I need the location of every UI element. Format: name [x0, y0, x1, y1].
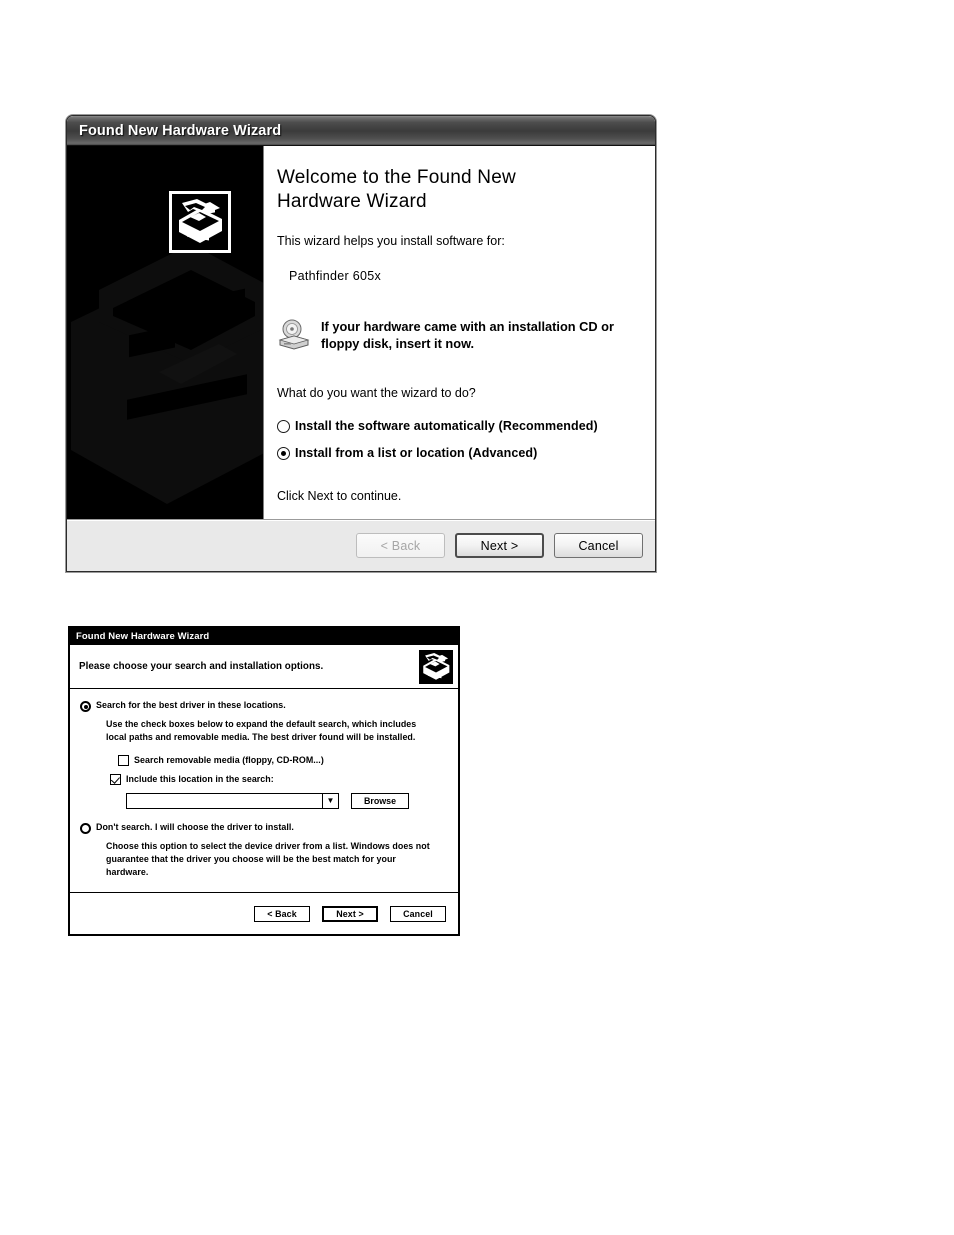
- location-input[interactable]: [127, 794, 322, 808]
- dialog-button-bar: < Back Next > Cancel: [67, 519, 655, 571]
- checkbox-checked-icon[interactable]: [110, 773, 121, 785]
- page-title: Welcome to the Found New Hardware Wizard: [277, 167, 516, 213]
- dialog-titlebar[interactable]: Found New Hardware Wizard: [70, 628, 458, 645]
- dialog-button-bar: < Back Next > Cancel: [70, 892, 458, 934]
- radio-label: Install the software automatically (Reco…: [295, 419, 598, 434]
- chevron-down-icon[interactable]: ▼: [322, 793, 338, 808]
- installation-media-notice: If your hardware came with an installati…: [277, 317, 639, 353]
- back-button-label: < Back: [267, 908, 297, 919]
- radio-button-icon[interactable]: [277, 419, 290, 433]
- radio-button-selected-icon[interactable]: [277, 446, 290, 460]
- back-button[interactable]: < Back: [254, 905, 310, 922]
- back-button-label: < Back: [380, 538, 421, 553]
- dialog-body: Search for the best driver in these loca…: [70, 689, 458, 892]
- wizard-intro-text: This wizard helps you install software f…: [277, 233, 505, 248]
- radio-search-best-driver[interactable]: Search for the best driver in these loca…: [80, 700, 448, 712]
- cancel-button[interactable]: Cancel: [390, 905, 446, 922]
- next-button[interactable]: Next >: [455, 533, 544, 558]
- checkbox-icon[interactable]: [118, 754, 129, 766]
- next-button-label: Next >: [480, 538, 519, 553]
- checkbox-label: Search removable media (floppy, CD-ROM..…: [134, 755, 324, 766]
- radio-button-icon[interactable]: [80, 822, 91, 834]
- next-button[interactable]: Next >: [322, 905, 378, 922]
- click-next-hint: Click Next to continue.: [277, 489, 402, 504]
- hardware-wizard-icon: [169, 191, 231, 253]
- radio-button-selected-icon[interactable]: [80, 701, 91, 712]
- location-combobox[interactable]: ▼: [126, 792, 339, 809]
- dialog-titlebar[interactable]: Found New Hardware Wizard: [67, 116, 655, 146]
- wizard-content-panel: Welcome to the Found New Hardware Wizard…: [263, 146, 655, 519]
- radio-label: Install from a list or location (Advance…: [295, 446, 538, 461]
- hardware-watermark-icon: [71, 244, 263, 504]
- dont-search-option-description: Choose this option to select the device …: [106, 840, 430, 877]
- location-row: ▼ Browse: [126, 792, 448, 809]
- cancel-button-label: Cancel: [578, 538, 619, 553]
- radio-label: Don't search. I will choose the driver t…: [96, 821, 294, 832]
- checkbox-search-removable-media[interactable]: Search removable media (floppy, CD-ROM..…: [118, 754, 448, 766]
- cancel-button[interactable]: Cancel: [554, 533, 643, 558]
- browse-button-label: Browse: [363, 795, 397, 806]
- installation-media-text: If your hardware came with an installati…: [321, 319, 614, 352]
- radio-install-automatically[interactable]: Install the software automatically (Reco…: [277, 419, 639, 433]
- page-title: Please choose your search and installati…: [79, 661, 324, 672]
- hardware-wizard-icon: [419, 649, 453, 684]
- back-button[interactable]: < Back: [356, 533, 445, 558]
- wizard-question-label: What do you want the wizard to do?: [277, 386, 476, 401]
- radio-label: Search for the best driver in these loca…: [96, 700, 286, 710]
- checkbox-label: Include this location in the search:: [126, 774, 274, 785]
- browse-button[interactable]: Browse: [351, 792, 409, 809]
- checkbox-include-location[interactable]: Include this location in the search:: [110, 773, 448, 785]
- found-new-hardware-wizard-options-dialog: Found New Hardware Wizard Please choose …: [68, 626, 460, 936]
- dialog-body: Welcome to the Found New Hardware Wizard…: [67, 146, 655, 519]
- radio-dont-search[interactable]: Don't search. I will choose the driver t…: [80, 822, 448, 834]
- dialog-header: Please choose your search and installati…: [70, 645, 458, 689]
- device-name-label: Pathfinder 605x: [289, 268, 382, 283]
- dialog-title: Found New Hardware Wizard: [79, 122, 282, 139]
- cancel-button-label: Cancel: [403, 908, 433, 919]
- radio-install-from-list[interactable]: Install from a list or location (Advance…: [277, 446, 639, 460]
- next-button-label: Next >: [336, 908, 364, 919]
- wizard-side-panel: [67, 146, 263, 519]
- search-option-description: Use the check boxes below to expand the …: [106, 719, 417, 742]
- cd-drive-icon: [277, 319, 311, 351]
- dialog-title: Found New Hardware Wizard: [76, 631, 210, 642]
- found-new-hardware-wizard-welcome-dialog: Found New Hardware Wizard Welcome to the…: [66, 115, 656, 572]
